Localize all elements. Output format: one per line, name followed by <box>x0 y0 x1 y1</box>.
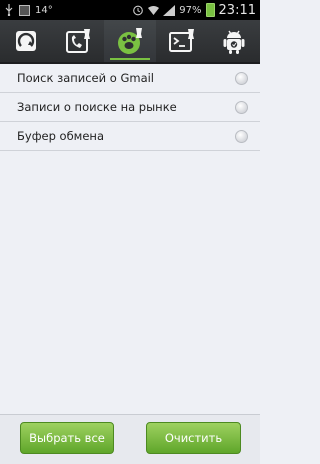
list-item-label: Записи о поиске на рынке <box>17 100 177 114</box>
signal-icon <box>163 4 176 16</box>
clock-time: 23:11 <box>218 2 256 18</box>
picture-notification-icon <box>19 4 30 16</box>
android-cleaner-icon <box>223 30 245 54</box>
call-log-clean-icon <box>66 29 90 53</box>
list-item-label: Поиск записей о Gmail <box>17 71 155 85</box>
tab-android[interactable] <box>208 20 260 62</box>
tab-bar <box>0 20 260 64</box>
history-clean-icon <box>118 28 142 54</box>
status-bar: 14° 97% 23:11 <box>0 0 260 20</box>
alarm-icon <box>133 5 144 16</box>
tab-terminal[interactable] <box>156 20 208 62</box>
list-item[interactable]: Буфер обмена <box>0 122 260 151</box>
select-radio[interactable] <box>235 100 248 114</box>
status-left: 14° <box>4 0 53 20</box>
status-right: 97% 23:11 <box>132 0 256 20</box>
select-radio[interactable] <box>235 129 248 143</box>
tab-history[interactable] <box>104 20 156 62</box>
select-radio[interactable] <box>235 71 248 85</box>
refresh-apps-icon <box>16 31 36 51</box>
terminal-clean-icon <box>169 29 194 52</box>
tab-calls[interactable] <box>52 20 104 62</box>
wifi-icon <box>148 6 160 15</box>
battery-percent: 97% <box>179 4 202 16</box>
list-item-label: Буфер обмена <box>17 129 105 143</box>
list-item[interactable]: Записи о поиске на рынке <box>0 93 260 122</box>
list-item[interactable]: Поиск записей о Gmail <box>0 64 260 93</box>
usb-icon <box>5 4 13 16</box>
history-list: Поиск записей о Gmail Записи о поиске на… <box>0 64 260 151</box>
clear-button[interactable]: Очистить <box>146 422 241 454</box>
select-all-button[interactable]: Выбрать все <box>20 422 114 454</box>
temperature-text: 14° <box>35 4 53 16</box>
action-bar: Выбрать все Очистить <box>0 414 260 464</box>
battery-icon <box>205 3 215 17</box>
tab-apps[interactable] <box>0 20 52 62</box>
